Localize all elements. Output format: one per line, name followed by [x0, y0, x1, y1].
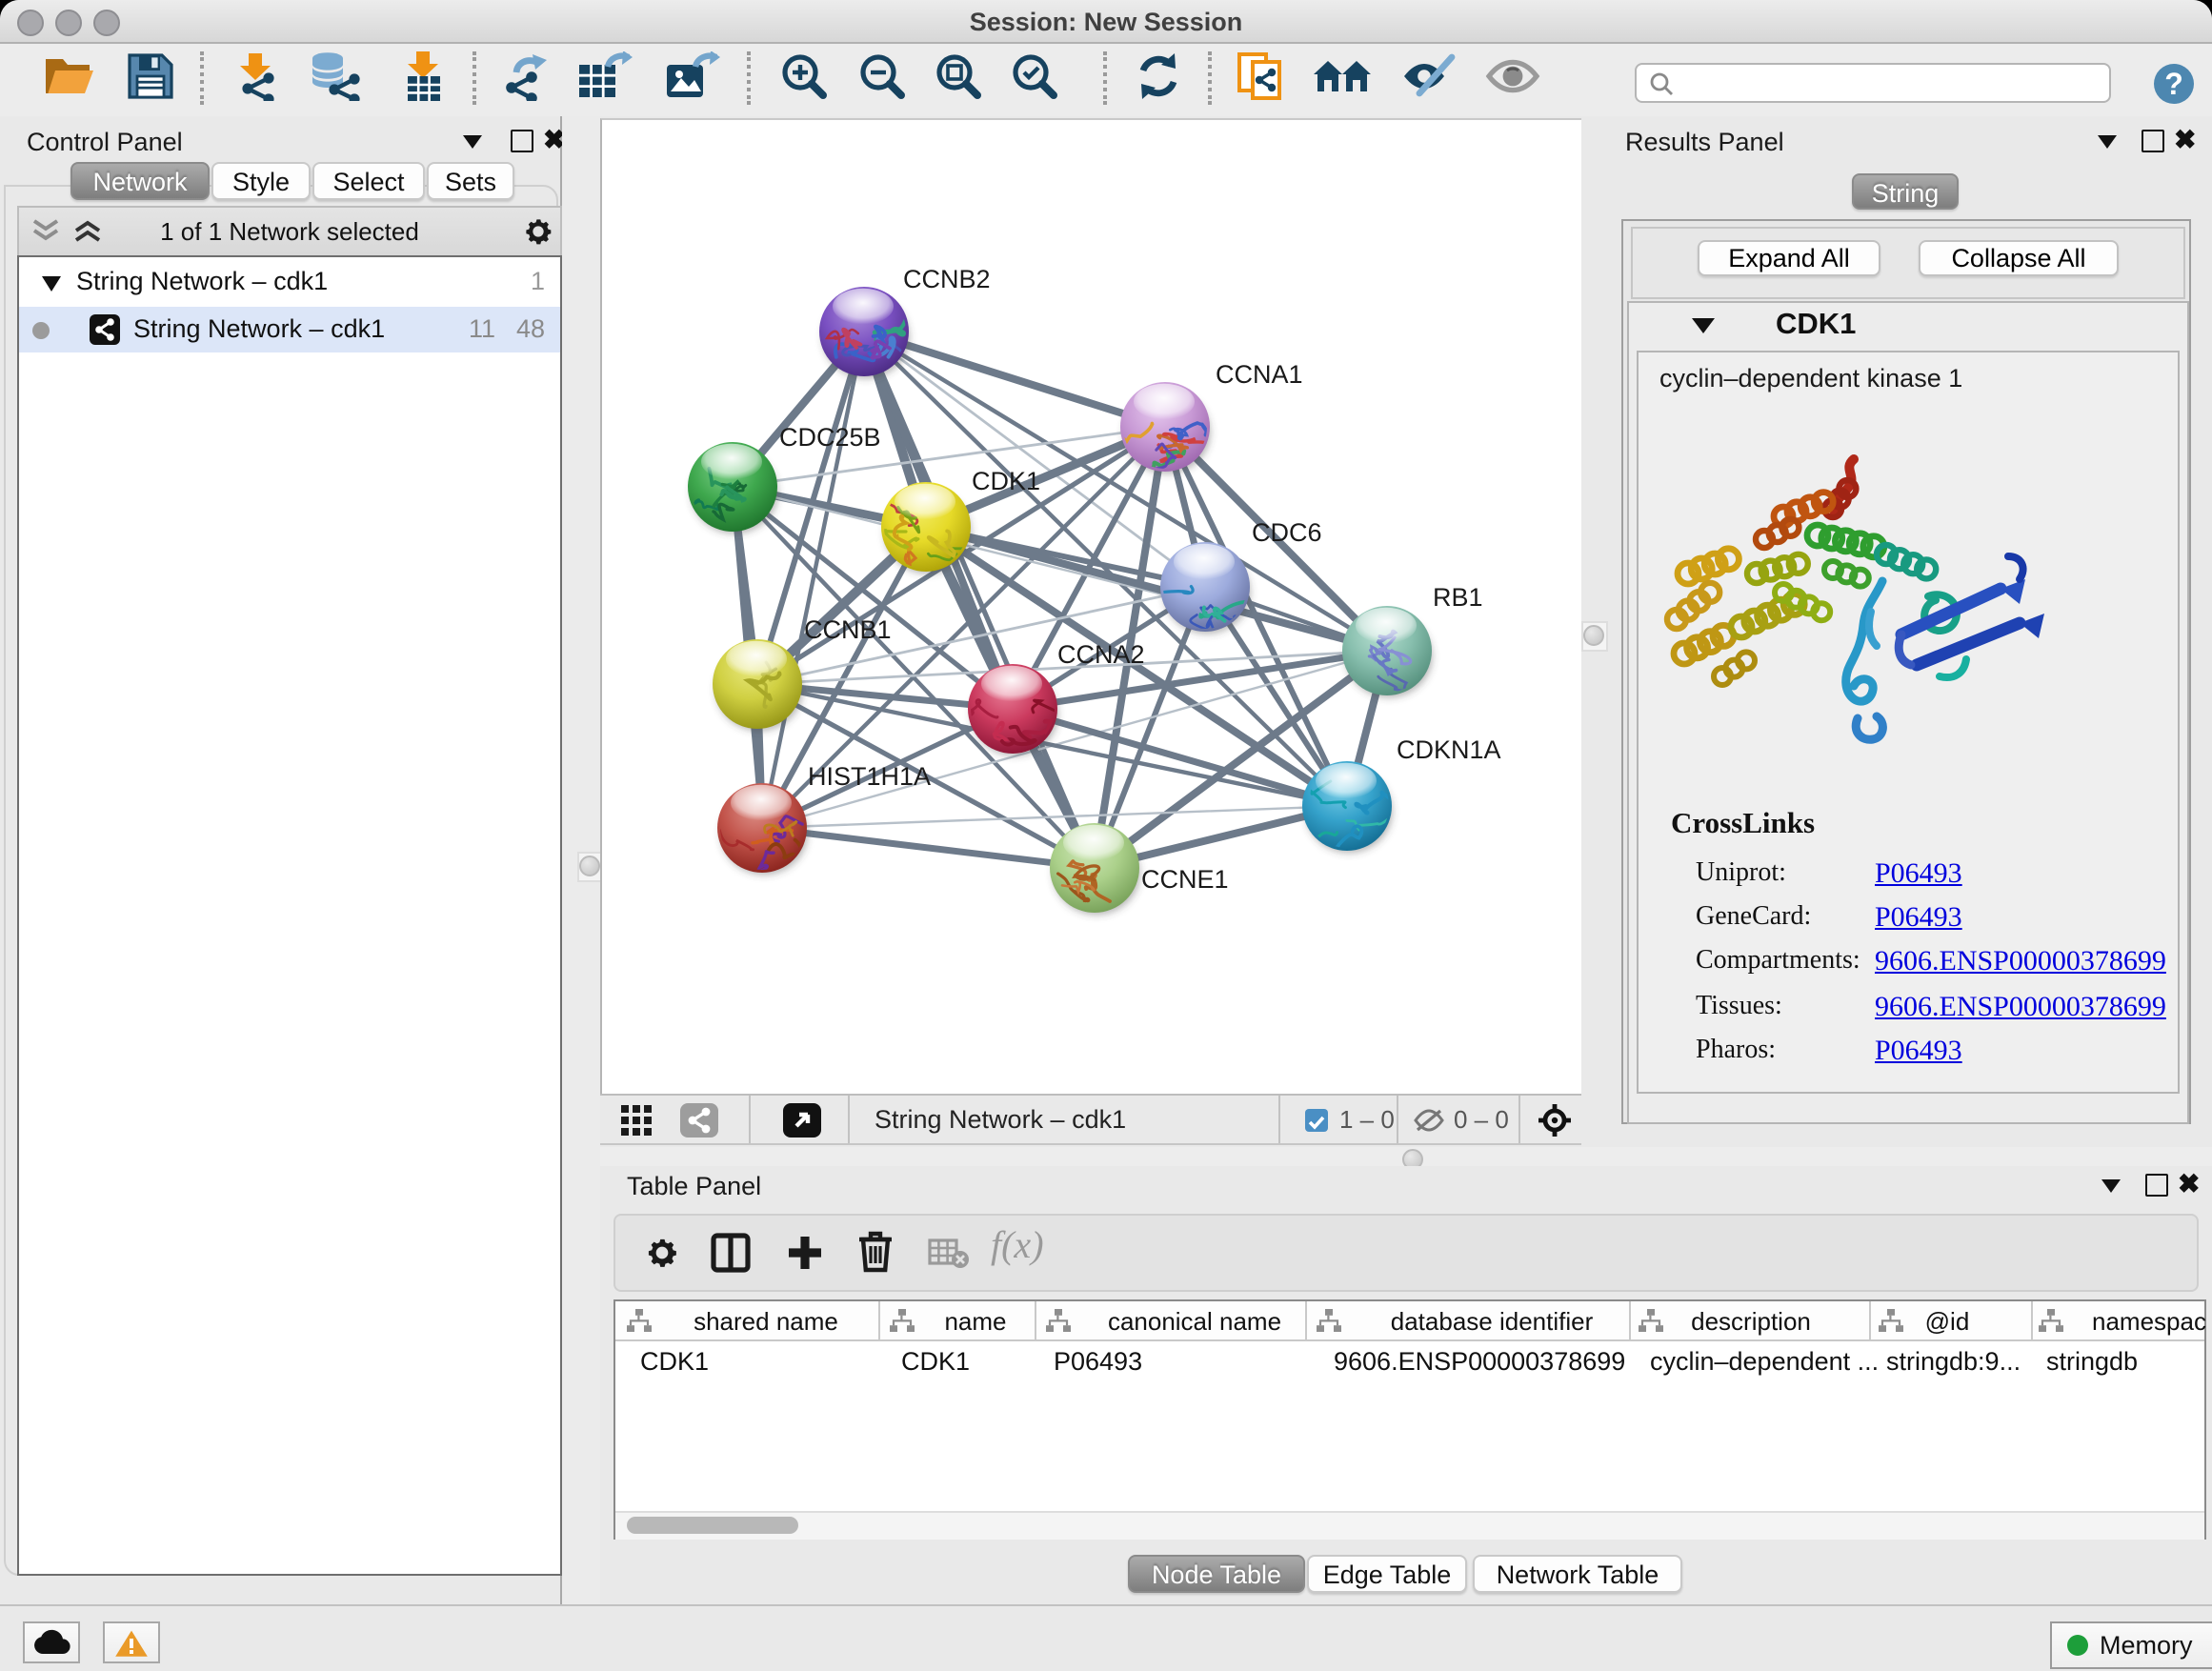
svg-text:CDKN1A: CDKN1A	[1397, 735, 1501, 764]
svg-text:CCNB1: CCNB1	[804, 615, 892, 644]
svg-text:CCNE1: CCNE1	[1141, 865, 1229, 894]
svg-text:?: ?	[2164, 66, 2183, 100]
svg-text:CCNA1: CCNA1	[1216, 360, 1303, 389]
svg-text:HIST1H1A: HIST1H1A	[808, 762, 931, 791]
svg-text:RB1: RB1	[1433, 583, 1483, 612]
svg-text:CDC25B: CDC25B	[779, 423, 881, 452]
svg-text:CCNA2: CCNA2	[1057, 640, 1145, 669]
svg-text:CDC6: CDC6	[1252, 518, 1322, 547]
svg-text:CDK1: CDK1	[972, 467, 1040, 495]
svg-text:CCNB2: CCNB2	[903, 265, 991, 293]
